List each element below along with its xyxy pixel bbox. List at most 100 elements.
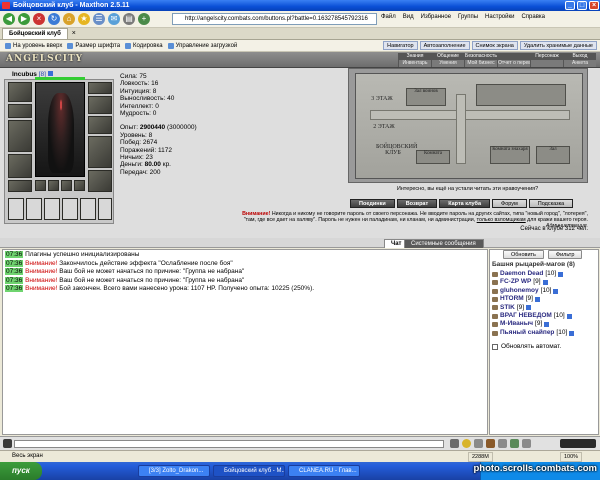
slot-helmet[interactable]	[8, 82, 32, 102]
menu-transfers[interactable]: Отчет о переводах	[497, 60, 530, 67]
autofill-button[interactable]: Автозаполнение	[419, 41, 470, 50]
slot-belt[interactable]	[8, 180, 32, 192]
menu-skills[interactable]: Умения	[431, 60, 464, 67]
favorites-icon[interactable]: ★	[78, 13, 90, 25]
map-room-warriors-hall[interactable]: Зал воинов	[406, 88, 446, 106]
slot-scroll-1[interactable]	[8, 198, 24, 220]
minimize-button[interactable]: _	[565, 1, 575, 10]
private-icon[interactable]	[492, 322, 498, 328]
slot-ring-1[interactable]	[35, 180, 46, 191]
taskbar-item-fight-club[interactable]: Бойцовский клуб - M...	[213, 465, 285, 477]
menu-business[interactable]: Мой бизнес	[464, 60, 497, 67]
chat-options-icon[interactable]	[522, 439, 531, 448]
slot-shield[interactable]	[88, 136, 112, 168]
private-icon[interactable]	[492, 271, 498, 277]
level-up-button[interactable]: На уровень вверх	[5, 42, 62, 49]
menu-groups[interactable]: Группы	[458, 14, 478, 20]
duels-button[interactable]: Поединки	[350, 199, 395, 208]
auto-refresh-checkbox[interactable]	[492, 343, 498, 350]
map-room-fight-club[interactable]: БОЙЦОВСКИЙ КЛУБ	[376, 144, 417, 166]
taskbar-item-clanea[interactable]: CLANEA.RU - Глав...	[288, 465, 360, 477]
map-room-3rd-floor[interactable]: 3 ЭТАЖ	[366, 96, 398, 108]
sound-icon[interactable]	[510, 439, 519, 448]
menu-knowledge[interactable]: Знания	[398, 53, 431, 60]
smiley-icon[interactable]	[462, 439, 471, 448]
player-row[interactable]: STIK [9]	[492, 304, 574, 312]
address-bar[interactable]: http://angelscity.combats.com/buttons.pl…	[172, 13, 377, 25]
info-icon[interactable]	[47, 71, 53, 76]
character-avatar[interactable]	[35, 82, 85, 177]
slot-scroll-3[interactable]	[44, 198, 60, 220]
slot-ring-2[interactable]	[48, 180, 59, 191]
slot-scroll-4[interactable]	[62, 198, 78, 220]
slot-boots[interactable]	[88, 170, 112, 192]
player-row[interactable]: gluhonemoy [10]	[492, 287, 574, 295]
warning-link[interactable]: только взломщикам	[477, 217, 526, 223]
menu-profile[interactable]: Анкета	[563, 60, 596, 67]
send-icon[interactable]	[450, 439, 459, 448]
player-row[interactable]: FC-ZP WP [9]	[492, 278, 574, 286]
back-icon[interactable]: ◀	[3, 13, 15, 25]
player-row[interactable]: Daemon Dead [10]	[492, 270, 574, 278]
taskbar-item-zolto[interactable]: [3/3] Zolto_Drakon...	[138, 465, 210, 477]
clear-data-button[interactable]: Удалить хранимые данные	[519, 41, 597, 50]
slot-gloves[interactable]	[88, 116, 112, 134]
new-tab-icon[interactable]: +	[138, 13, 150, 25]
info-icon[interactable]	[534, 296, 540, 302]
map-room-upper[interactable]	[476, 84, 566, 106]
map-room-2nd-floor[interactable]: 2 ЭТАЖ	[368, 124, 400, 136]
forward-icon[interactable]: ▶	[18, 13, 30, 25]
menu-help[interactable]: Справка	[521, 14, 545, 20]
info-icon[interactable]	[544, 322, 550, 328]
chat-message-input[interactable]	[14, 440, 444, 448]
menu-favorites[interactable]: Избранное	[421, 14, 451, 20]
slot-weapon[interactable]	[8, 120, 32, 152]
private-icon[interactable]	[492, 280, 498, 286]
private-icon[interactable]	[492, 296, 498, 302]
menu-chat[interactable]: Общение	[431, 53, 464, 60]
info-icon[interactable]	[558, 271, 564, 277]
info-icon[interactable]	[566, 313, 572, 319]
font-size-button[interactable]: Размер шрифта	[67, 42, 120, 49]
encoding-button[interactable]: Кодировка	[125, 42, 163, 49]
screenshot-button[interactable]: Снимок экрана	[471, 41, 518, 50]
private-icon[interactable]	[492, 305, 498, 311]
player-row[interactable]: HTORM [9]	[492, 295, 574, 303]
slot-bracers[interactable]	[88, 96, 112, 114]
private-icon[interactable]	[492, 288, 498, 294]
player-row[interactable]: М-Иваныч [9]	[492, 320, 574, 328]
hint-button[interactable]: Подсказка	[528, 199, 574, 208]
menu-inventory[interactable]: Инвентарь	[398, 60, 431, 67]
player-row[interactable]: ВРАГ НЕВЕДОМ [10]	[492, 312, 574, 320]
refresh-icon[interactable]: ↻	[48, 13, 60, 25]
mail-icon[interactable]: ✉	[108, 13, 120, 25]
menu-view[interactable]: Вид	[403, 14, 414, 20]
return-button[interactable]: Возврат	[396, 199, 438, 208]
menu-security[interactable]: Безопасность	[464, 53, 497, 60]
maximize-button[interactable]: □	[577, 1, 587, 10]
filter-icon[interactable]	[498, 439, 507, 448]
info-icon[interactable]	[542, 280, 548, 286]
player-row[interactable]: Пьяный снайпер [10]	[492, 329, 575, 337]
print-icon[interactable]: ▤	[123, 13, 135, 25]
info-icon[interactable]	[569, 330, 575, 336]
window-title-bar[interactable]: Бойцовский клуб - Maxthon 2.5.11 _ □ ×	[0, 0, 600, 11]
character-name[interactable]: Incubus	[12, 71, 37, 78]
slot-ring-3[interactable]	[61, 180, 72, 191]
slot-scroll-2[interactable]	[26, 198, 42, 220]
clear-icon[interactable]	[474, 439, 483, 448]
menu-exit[interactable]: Выход	[563, 53, 596, 60]
zoom-indicator[interactable]: 100%	[560, 452, 583, 462]
auto-refresh-option[interactable]: Обновлять автомат.	[492, 343, 561, 350]
slot-pocket[interactable]	[74, 180, 85, 191]
slot-armor[interactable]	[8, 154, 32, 178]
map-room-healer[interactable]: Комната знахаря	[490, 146, 530, 164]
tab-fight-club[interactable]: Бойцовский клуб	[2, 28, 68, 39]
download-manager-button[interactable]: Управление загрузкой	[167, 42, 237, 49]
slot-earrings[interactable]	[88, 82, 112, 94]
home-icon[interactable]: ⌂	[63, 13, 75, 25]
history-icon[interactable]: ☰	[93, 13, 105, 25]
chat-log[interactable]: 07:36 Плагины успешно инициализированы 0…	[2, 249, 488, 435]
private-icon[interactable]	[492, 330, 498, 336]
club-map-button[interactable]: Карта клуба	[439, 199, 491, 208]
